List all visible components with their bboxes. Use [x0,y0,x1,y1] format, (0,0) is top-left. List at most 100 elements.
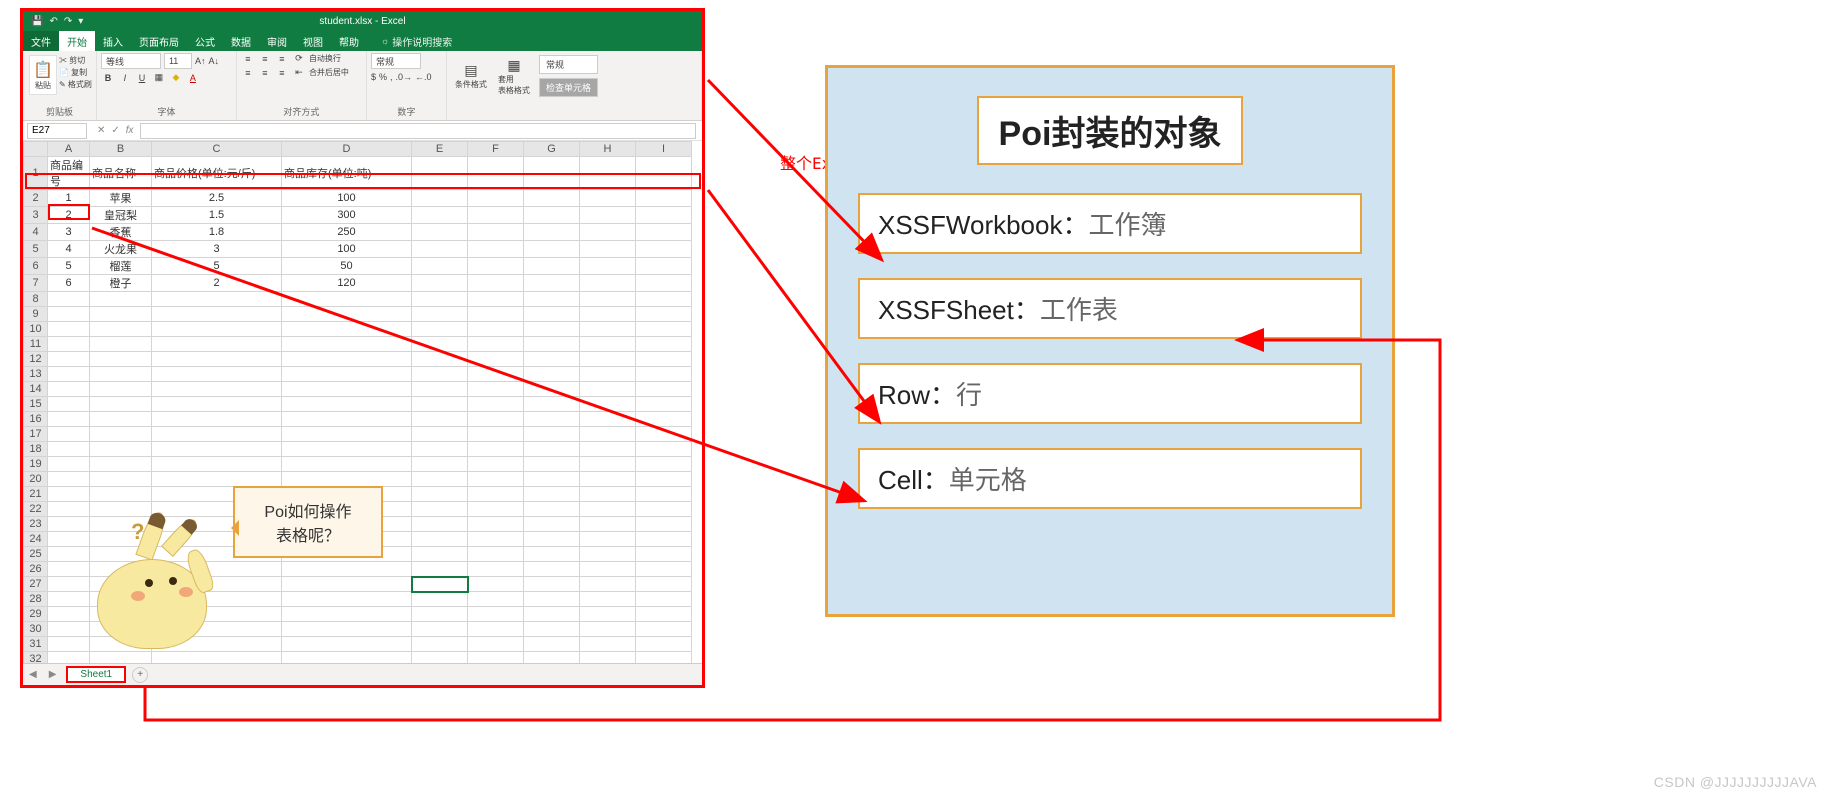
cell-A11[interactable] [48,337,90,352]
cell-I7[interactable] [636,275,692,292]
tab-file[interactable]: 文件 [23,31,59,51]
sheet-nav-prev-icon[interactable]: ◀ [23,669,43,680]
cell-G30[interactable] [524,622,580,637]
cell-F6[interactable] [468,258,524,275]
tab-help[interactable]: 帮助 [331,31,367,51]
cell-E14[interactable] [412,382,468,397]
cell-C1[interactable]: 商品价格(单位:元/斤) [152,157,282,190]
cell-I28[interactable] [636,592,692,607]
row-header-1[interactable]: 1 [24,157,48,190]
cell-C5[interactable]: 3 [152,241,282,258]
row-header-6[interactable]: 6 [24,258,48,275]
number-format-select[interactable]: 常规 [371,53,421,69]
redo-icon[interactable]: ↷ [64,16,72,27]
quick-access-toolbar[interactable]: 💾 ↶ ↷ ▾ [31,16,83,27]
font-name-select[interactable]: 等线 [101,53,161,69]
cell-E29[interactable] [412,607,468,622]
align-right-icon[interactable]: ≡ [275,68,289,78]
cell-E1[interactable] [412,157,468,190]
cell-H7[interactable] [580,275,636,292]
cell-H17[interactable] [580,427,636,442]
cell-D16[interactable] [282,412,412,427]
cell-I1[interactable] [636,157,692,190]
cell-B3[interactable]: 皇冠梨 [90,207,152,224]
conditional-format-button[interactable]: ▤ 条件格式 [451,60,491,92]
cell-I9[interactable] [636,307,692,322]
tab-view[interactable]: 视图 [295,31,331,51]
cell-B2[interactable]: 苹果 [90,190,152,207]
cell-C16[interactable] [152,412,282,427]
align-center-icon[interactable]: ≡ [258,68,272,78]
cell-A2[interactable]: 1 [48,190,90,207]
cell-G1[interactable] [524,157,580,190]
spreadsheet-grid[interactable]: ABCDEFGHI1商品编号商品名称商品价格(单位:元/斤)商品库存(单位:吨)… [23,141,702,666]
cell-H24[interactable] [580,532,636,547]
decrease-font-icon[interactable]: A↓ [208,56,219,66]
cell-A10[interactable] [48,322,90,337]
cell-H6[interactable] [580,258,636,275]
row-header-14[interactable]: 14 [24,382,48,397]
dec-decimal-icon[interactable]: ←.0 [415,72,432,82]
cell-C18[interactable] [152,442,282,457]
cell-A16[interactable] [48,412,90,427]
cell-I27[interactable] [636,577,692,592]
align-middle-icon[interactable]: ≡ [258,54,272,64]
cell-A20[interactable] [48,472,90,487]
cell-E13[interactable] [412,367,468,382]
cell-E7[interactable] [412,275,468,292]
col-header-G[interactable]: G [524,142,580,157]
cell-H31[interactable] [580,637,636,652]
cell-A1[interactable]: 商品编号 [48,157,90,190]
enter-icon[interactable]: ✓ [111,125,119,136]
cell-G12[interactable] [524,352,580,367]
cell-I29[interactable] [636,607,692,622]
cell-I8[interactable] [636,292,692,307]
cell-D30[interactable] [282,622,412,637]
cell-C11[interactable] [152,337,282,352]
cell-I10[interactable] [636,322,692,337]
cell-E2[interactable] [412,190,468,207]
cell-F15[interactable] [468,397,524,412]
cell-F11[interactable] [468,337,524,352]
cell-D9[interactable] [282,307,412,322]
cell-G4[interactable] [524,224,580,241]
cell-H20[interactable] [580,472,636,487]
cell-G15[interactable] [524,397,580,412]
cell-A19[interactable] [48,457,90,472]
row-header-5[interactable]: 5 [24,241,48,258]
cell-D20[interactable] [282,472,412,487]
cell-G7[interactable] [524,275,580,292]
font-color-button[interactable]: A [186,73,200,83]
cell-E27[interactable] [412,577,468,592]
row-header-9[interactable]: 9 [24,307,48,322]
cell-H9[interactable] [580,307,636,322]
row-header-7[interactable]: 7 [24,275,48,292]
cell-C15[interactable] [152,397,282,412]
cell-I13[interactable] [636,367,692,382]
cell-F8[interactable] [468,292,524,307]
currency-icon[interactable]: $ [371,72,376,82]
cell-B5[interactable]: 火龙果 [90,241,152,258]
cell-B7[interactable]: 橙子 [90,275,152,292]
cell-D13[interactable] [282,367,412,382]
cell-C6[interactable]: 5 [152,258,282,275]
cell-B19[interactable] [90,457,152,472]
col-header-E[interactable]: E [412,142,468,157]
cell-H21[interactable] [580,487,636,502]
cell-E20[interactable] [412,472,468,487]
row-header-30[interactable]: 30 [24,622,48,637]
cell-D15[interactable] [282,397,412,412]
row-header-15[interactable]: 15 [24,397,48,412]
tab-review[interactable]: 审阅 [259,31,295,51]
qat-more-icon[interactable]: ▾ [78,16,83,27]
cell-H11[interactable] [580,337,636,352]
cell-D29[interactable] [282,607,412,622]
cell-I2[interactable] [636,190,692,207]
cell-I4[interactable] [636,224,692,241]
cell-G28[interactable] [524,592,580,607]
cell-C9[interactable] [152,307,282,322]
cell-F27[interactable] [468,577,524,592]
cell-B17[interactable] [90,427,152,442]
tab-data[interactable]: 数据 [223,31,259,51]
cell-I25[interactable] [636,547,692,562]
